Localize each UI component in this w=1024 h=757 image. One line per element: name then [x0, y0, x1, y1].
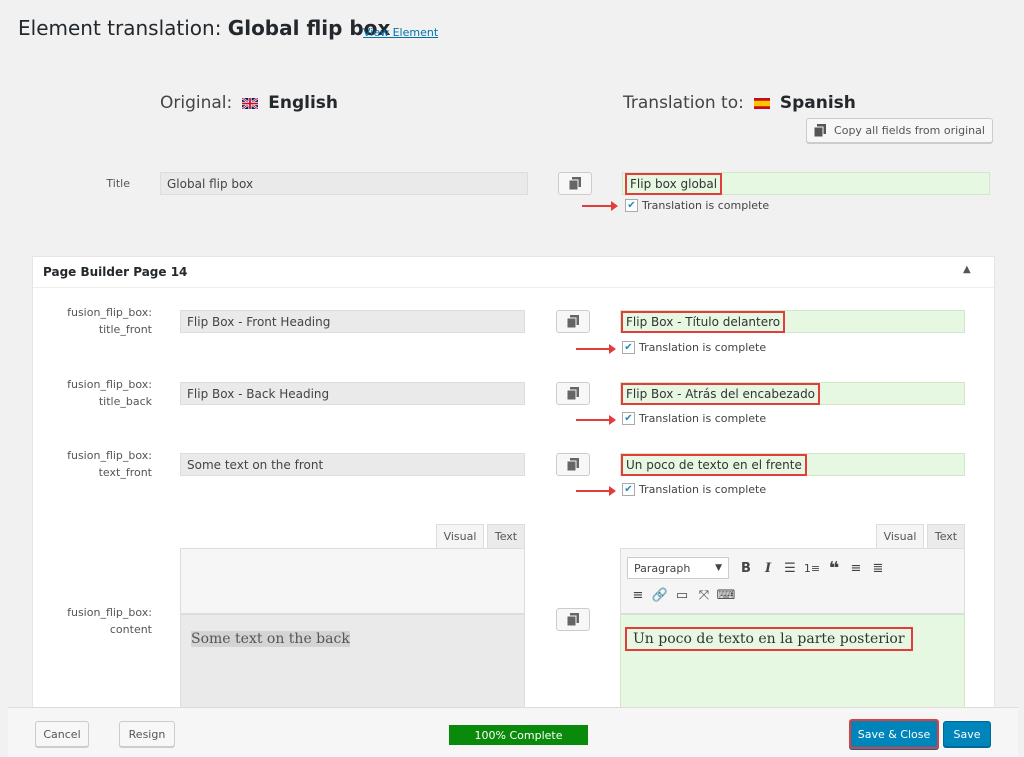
title-original-input: Global flip box — [160, 172, 528, 195]
copy-icon — [567, 458, 579, 471]
italic-icon[interactable]: I — [757, 557, 779, 579]
title-front-translation-input[interactable]: Flip Box - Título delantero — [620, 310, 965, 333]
title-prefix: Element translation: — [18, 16, 222, 40]
collapse-arrow-icon[interactable]: ▲ — [963, 264, 971, 275]
translation-label: Translation to: — [623, 93, 744, 113]
uk-flag-icon — [242, 97, 259, 109]
translation-language-header: Translation to: Spanish — [623, 93, 856, 113]
save-button[interactable]: Save — [943, 721, 991, 747]
translation-content-text: Un poco de texto en la parte posterior — [625, 627, 913, 651]
cancel-button[interactable]: Cancel — [35, 721, 89, 747]
copy-all-label: Copy all fields from original — [834, 124, 985, 137]
original-language-header: Original: English — [160, 93, 338, 113]
panel-title: Page Builder Page 14 — [43, 265, 188, 279]
copy-title-back-button[interactable] — [556, 382, 590, 405]
complete-label: Translation is complete — [639, 412, 767, 425]
copy-icon — [567, 613, 579, 626]
page-title: Element translation: Global flip box — [18, 16, 390, 40]
field-label-text-front: fusion_flip_box: text_front — [67, 449, 152, 479]
copy-icon — [567, 387, 579, 400]
translation-tab-text[interactable]: Text — [927, 524, 965, 548]
pointer-arrow-icon — [576, 486, 616, 496]
progress-bar: 100% Complete — [449, 725, 588, 745]
field-label-title-back: fusion_flip_box: title_back — [67, 378, 152, 408]
resign-button[interactable]: Resign — [119, 721, 175, 747]
progress-label: 100% Complete — [474, 728, 563, 742]
bullet-list-icon[interactable]: ☰ — [779, 557, 801, 579]
title-back-translation-value: Flip Box - Atrás del encabezado — [621, 382, 821, 405]
title-back-original-input: Flip Box - Back Heading — [180, 382, 525, 405]
field-label-title-front: fusion_flip_box: title_front — [67, 306, 152, 336]
align-center-icon[interactable]: ≣ — [867, 557, 889, 579]
text-front-translation-input[interactable]: Un poco de texto en el frente — [620, 453, 965, 476]
numbered-list-icon[interactable]: 1≡ — [801, 557, 823, 579]
original-label: Original: — [160, 93, 233, 113]
copy-title-button[interactable] — [558, 172, 592, 195]
checkmark-icon: ✔ — [622, 341, 635, 354]
complete-label: Translation is complete — [642, 199, 770, 212]
checkmark-icon: ✔ — [625, 199, 638, 212]
complete-label: Translation is complete — [639, 483, 767, 496]
title-translation-value: Flip box global — [625, 172, 723, 195]
title-complete-checkbox[interactable]: ✔ Translation is complete — [625, 199, 769, 212]
field-label-content: fusion_flip_box: content — [67, 606, 152, 636]
title-translation-input[interactable]: Flip box global — [622, 172, 990, 195]
panel-divider — [33, 287, 994, 288]
copy-title-front-button[interactable] — [556, 310, 590, 333]
title-back-complete-checkbox[interactable]: ✔ Translation is complete — [622, 412, 766, 425]
complete-label: Translation is complete — [639, 341, 767, 354]
original-editor-toolbar-area — [180, 548, 525, 614]
translation-language: Spanish — [779, 93, 856, 113]
copy-icon — [814, 124, 827, 137]
text-front-original-input: Some text on the front — [180, 453, 525, 476]
pointer-arrow-icon — [576, 415, 616, 425]
checkmark-icon: ✔ — [622, 483, 635, 496]
dropdown-arrow-icon: ▼ — [715, 563, 722, 573]
bold-icon[interactable]: B — [735, 557, 757, 579]
copy-all-button[interactable]: Copy all fields from original — [806, 118, 993, 143]
original-content-text: Some text on the back — [191, 631, 350, 647]
progress-fill: 100% Complete — [449, 725, 588, 745]
pointer-arrow-icon — [576, 344, 616, 354]
original-content-editor: Some text on the back — [180, 614, 525, 710]
spain-flag-icon — [753, 97, 770, 109]
text-front-complete-checkbox[interactable]: ✔ Translation is complete — [622, 483, 766, 496]
fullscreen-icon[interactable]: ⤧ — [693, 584, 715, 606]
blockquote-icon[interactable]: ❝ — [823, 557, 845, 579]
translation-content-editor[interactable]: Un poco de texto en la parte posterior — [620, 614, 965, 710]
title-front-complete-checkbox[interactable]: ✔ Translation is complete — [622, 341, 766, 354]
original-tab-visual[interactable]: Visual — [436, 524, 484, 548]
format-select[interactable]: Paragraph ▼ — [627, 557, 729, 579]
text-front-translation-value: Un poco de texto en el frente — [621, 453, 807, 476]
translation-tab-visual[interactable]: Visual — [876, 524, 924, 548]
align-left-icon[interactable]: ≡ — [845, 557, 867, 579]
view-element-link[interactable]: View Element — [363, 26, 438, 39]
title-back-translation-input[interactable]: Flip Box - Atrás del encabezado — [620, 382, 965, 405]
translation-editor-toolbar: Paragraph ▼ B I ☰ 1≡ ❝ ≡ ≣ ≡ 🔗 ▭ ⤧ ⌨ — [620, 548, 965, 614]
pointer-arrow-icon — [582, 201, 618, 211]
copy-text-front-button[interactable] — [556, 453, 590, 476]
checkmark-icon: ✔ — [622, 412, 635, 425]
format-select-value: Paragraph — [634, 561, 691, 575]
align-right-icon[interactable]: ≡ — [627, 584, 649, 606]
title-front-translation-value: Flip Box - Título delantero — [621, 310, 786, 333]
link-icon[interactable]: 🔗 — [649, 584, 671, 606]
keyboard-icon[interactable]: ⌨ — [715, 584, 737, 606]
copy-content-button[interactable] — [556, 608, 590, 631]
title-field-label: Title — [106, 177, 130, 190]
copy-icon — [569, 177, 581, 190]
original-language: English — [268, 93, 339, 113]
save-close-button[interactable]: Save & Close — [849, 719, 939, 749]
copy-icon — [567, 315, 579, 328]
original-tab-text[interactable]: Text — [487, 524, 525, 548]
title-front-original-input: Flip Box - Front Heading — [180, 310, 525, 333]
read-more-icon[interactable]: ▭ — [671, 584, 693, 606]
